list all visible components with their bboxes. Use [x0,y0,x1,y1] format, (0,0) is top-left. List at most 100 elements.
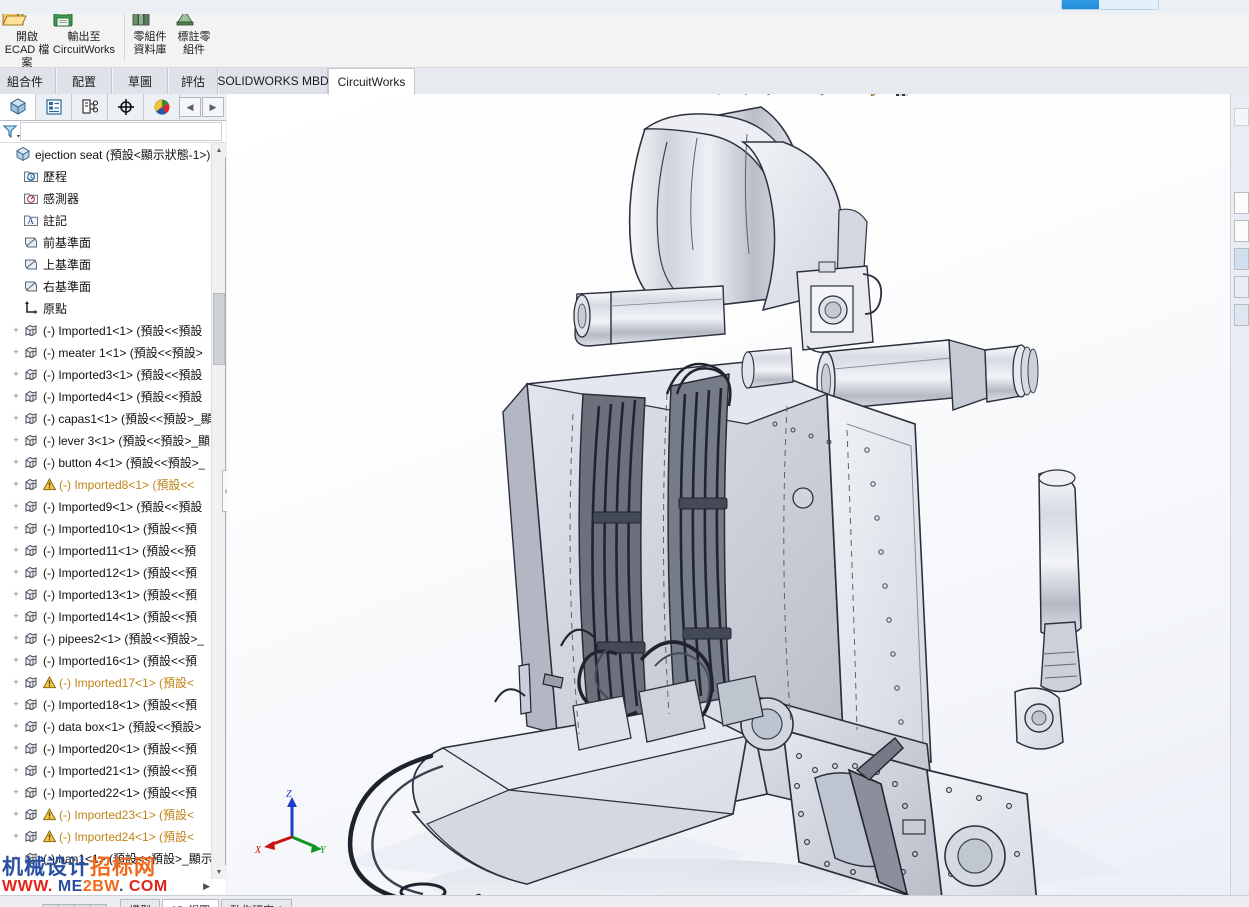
apply-scene-button[interactable] [810,94,834,99]
tree-item[interactable]: + (-) data box<1> (預設<<預設> [0,715,212,737]
tree-twisty[interactable]: + [10,831,22,841]
tab-evaluate[interactable]: 評估 [168,68,218,94]
tree-twisty[interactable]: + [10,501,22,511]
feature-tree[interactable]: ejection seat (預設<顯示狀態-1>) 歷程 感測器 A 註記 前基準面上… [0,143,212,879]
appearances-button[interactable] [886,94,910,99]
appearance-palette-strip[interactable] [1230,94,1249,895]
appearances-caret[interactable]: ▾ [913,94,922,99]
tree-item[interactable]: + (-) Imported22<1> (預設<<預 [0,781,212,803]
tree-twisty[interactable]: + [10,699,22,709]
tree-item[interactable]: + (-) Imported1<1> (預設<<預設 [0,319,212,341]
tree-item[interactable]: + (-) Imported12<1> (預設<<預 [0,561,212,583]
tree-item[interactable]: + (-) Imported3<1> (預設<<預設 [0,363,212,385]
tree-twisty[interactable]: + [10,721,22,731]
tree-twisty[interactable]: + [10,347,22,357]
previous-view-button[interactable] [604,94,628,99]
palette-swatch[interactable] [1234,276,1249,298]
feature-tree-tab[interactable] [0,94,36,120]
zoom-to-fit-button[interactable] [550,94,574,99]
tree-twisty[interactable]: + [10,369,22,379]
tree-twisty[interactable]: + [10,325,22,335]
tree-item[interactable]: + (-) pipees2<1> (預設<<預設>_ [0,627,212,649]
display-style-button[interactable] [707,94,731,99]
tree-twisty[interactable]: + [10,611,22,621]
tab-next-button[interactable] [74,903,91,907]
tab-sketch[interactable]: 草圖 [112,68,168,94]
bottom-tab-model[interactable]: 模型 [120,899,160,907]
tree-twisty[interactable]: + [10,391,22,401]
tree-item[interactable]: + (-) Imported8<1> (預設<< [0,473,212,495]
tab-solidworks-mbd[interactable]: SOLIDWORKS MBD [217,68,329,94]
tree-item[interactable]: + (-) Imported23<1> (預設< [0,803,212,825]
tab-assembly[interactable]: 組合件 [0,68,56,94]
tree-twisty[interactable]: + [10,523,22,533]
tree-root-item[interactable]: ejection seat (預設<顯示狀態-1>) [0,143,212,165]
tree-item[interactable]: + (-) Imported17<1> (預設< [0,671,212,693]
tree-item[interactable]: + (-) Imported21<1> (預設<<預 [0,759,212,781]
property-manager-tab[interactable] [36,94,72,120]
tree-twisty[interactable]: + [10,655,22,665]
bottom-tab-3d-views[interactable]: 3D 視圖 [162,899,220,907]
tree-twisty[interactable]: + [10,787,22,797]
tree-twisty[interactable]: + [10,435,22,445]
view-settings-button[interactable] [859,94,883,99]
tree-item[interactable]: + (-) Imported16<1> (預設<<預 [0,649,212,671]
tree-item[interactable]: 歷程 [0,165,212,187]
tree-twisty[interactable]: + [10,853,22,863]
tab-layout[interactable]: 配置 [56,68,112,94]
fm-nav-next-button[interactable]: ▶ [202,97,224,117]
zoom-to-area-button[interactable] [577,94,601,99]
palette-swatch[interactable] [1234,304,1249,326]
tree-twisty[interactable]: + [10,413,22,423]
ejection-seat-model[interactable] [227,94,1249,895]
hide-show-items-button[interactable] [734,94,758,99]
palette-swatch[interactable] [1234,192,1249,214]
tree-item[interactable]: + (-) Imported9<1> (預設<<預設 [0,495,212,517]
scrollbar-thumb[interactable] [213,293,225,365]
tree-twisty[interactable]: + [10,589,22,599]
bottom-tab-motion-study[interactable]: 動作研究 1 [221,899,293,907]
view-orientation-button[interactable] [658,94,682,99]
display-viewport-button[interactable] [935,94,959,99]
fm-nav-prev-button[interactable]: ◀ [179,97,201,117]
display-viewport-caret[interactable]: ▾ [962,94,971,99]
tab-last-button[interactable] [90,903,107,907]
tree-twisty[interactable]: + [10,457,22,467]
tree-item[interactable]: + (-) Imported20<1> (預設<<預 [0,737,212,759]
tree-item[interactable]: + (-) Imported24<1> (預設< [0,825,212,847]
tree-twisty[interactable]: + [10,809,22,819]
tree-twisty[interactable]: + [10,545,22,555]
tree-item[interactable]: + (-) Imported4<1> (預設<<預設 [0,385,212,407]
tree-item[interactable]: + (-) lever 3<1> (預設<<預設>_顯 [0,429,212,451]
tree-item[interactable]: + (-) Imported10<1> (預設<<預 [0,517,212,539]
tree-twisty[interactable]: + [10,677,22,687]
tree-twisty[interactable]: + [10,743,22,753]
tree-item[interactable]: 右基準面 [0,275,212,297]
tab-scroll-buttons[interactable] [42,903,107,907]
section-view-button[interactable] [631,94,655,99]
tree-item[interactable]: + (-) meater 1<1> (預設<<預設> [0,341,212,363]
tree-item[interactable]: + (-) Imported13<1> (預設<<預 [0,583,212,605]
apply-scene-caret[interactable]: ▾ [837,94,846,99]
tree-item[interactable]: 前基準面 [0,231,212,253]
dimxpert-manager-tab[interactable] [108,94,144,120]
configuration-manager-tab[interactable] [72,94,108,120]
view-orientation-caret[interactable]: ▾ [685,94,694,99]
tree-item[interactable]: 上基準面 [0,253,212,275]
feature-tree-filter-input[interactable] [20,122,222,141]
tree-twisty[interactable]: + [10,633,22,643]
edit-appearance-button[interactable] [761,94,785,99]
tree-item[interactable]: + (-) button 4<1> (預設<<預設>_ [0,451,212,473]
tab-first-button[interactable] [42,903,59,907]
tree-item[interactable]: 感測器 [0,187,212,209]
tree-twisty[interactable]: + [10,567,22,577]
tree-item[interactable]: + (-) Imported14<1> (預設<<預 [0,605,212,627]
edit-appearance-caret[interactable]: ▾ [788,94,797,99]
footer-expand-arrow-icon[interactable]: ▶ [203,881,210,892]
palette-swatch[interactable] [1234,220,1249,242]
tree-twisty[interactable]: + [10,765,22,775]
filter-funnel-icon[interactable] [2,123,20,141]
tree-item[interactable]: 原點 [0,297,212,319]
tree-item[interactable]: + (-) han1<1> (預設<<預設>_顯示 [0,847,212,869]
tree-twisty[interactable]: + [10,479,22,489]
